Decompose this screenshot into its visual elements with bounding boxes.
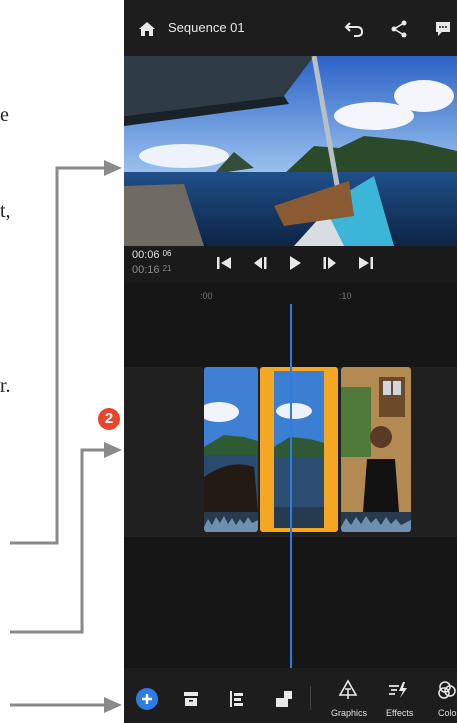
clip-3[interactable] [341, 367, 411, 532]
clip-2-thumbnail [260, 367, 338, 532]
bottom-toolbar: Graphics Effects Color [124, 668, 457, 723]
clip-2-selected[interactable] [260, 367, 338, 532]
undo-icon[interactable] [344, 20, 364, 38]
step-forward-icon[interactable] [322, 256, 338, 270]
share-icon[interactable] [390, 20, 408, 38]
total-frames: 21 [162, 264, 172, 273]
color-label[interactable]: Color [438, 708, 457, 718]
current-frames: 06 [162, 249, 172, 258]
preview-image [124, 56, 457, 246]
clip-3-thumbnail [341, 367, 411, 532]
toolbar-divider [310, 686, 311, 710]
clip-1[interactable] [204, 367, 258, 532]
effects-label[interactable]: Effects [386, 708, 413, 718]
callout-arrows [10, 160, 122, 713]
callout-arrow-timeline [10, 442, 122, 634]
effects-icon[interactable] [387, 680, 409, 700]
ruler-mark-ten: :10 [339, 291, 352, 301]
layers-icon[interactable] [274, 689, 294, 709]
graphics-icon[interactable] [337, 679, 359, 701]
add-button[interactable] [136, 688, 158, 710]
clip-1-thumbnail [204, 367, 258, 532]
skip-back-icon[interactable] [216, 256, 232, 270]
skip-forward-icon[interactable] [358, 256, 374, 270]
playhead[interactable] [290, 304, 292, 670]
color-icon[interactable] [437, 680, 457, 700]
video-preview[interactable] [124, 56, 457, 246]
step-badge-number: 2 [104, 410, 114, 427]
callout-arrow-toolbar [10, 697, 122, 713]
add-icon [142, 694, 152, 704]
sequence-title: Sequence 01 [168, 20, 245, 35]
step-back-icon[interactable] [252, 256, 268, 270]
step-badge: 2 [98, 408, 120, 430]
comment-icon[interactable] [434, 20, 452, 38]
ruler-mark-start: :00 [200, 291, 213, 301]
archive-icon[interactable] [182, 690, 200, 708]
phone-screen: Sequence 01 00:06 06 00:16 21:00:10 Gr… [124, 0, 457, 723]
total-timecode: 00:16 21 [132, 264, 172, 276]
total-time: 00:16 [132, 264, 160, 276]
callout-arrow-preview [10, 160, 122, 545]
current-timecode: 00:06 06 [132, 249, 172, 261]
play-icon[interactable] [288, 255, 302, 271]
align-icon[interactable] [228, 690, 246, 708]
current-time: 00:06 [132, 249, 160, 261]
graphics-label[interactable]: Graphics [331, 708, 367, 718]
home-icon[interactable] [138, 21, 156, 37]
top-bar: Sequence 01 [124, 0, 457, 56]
